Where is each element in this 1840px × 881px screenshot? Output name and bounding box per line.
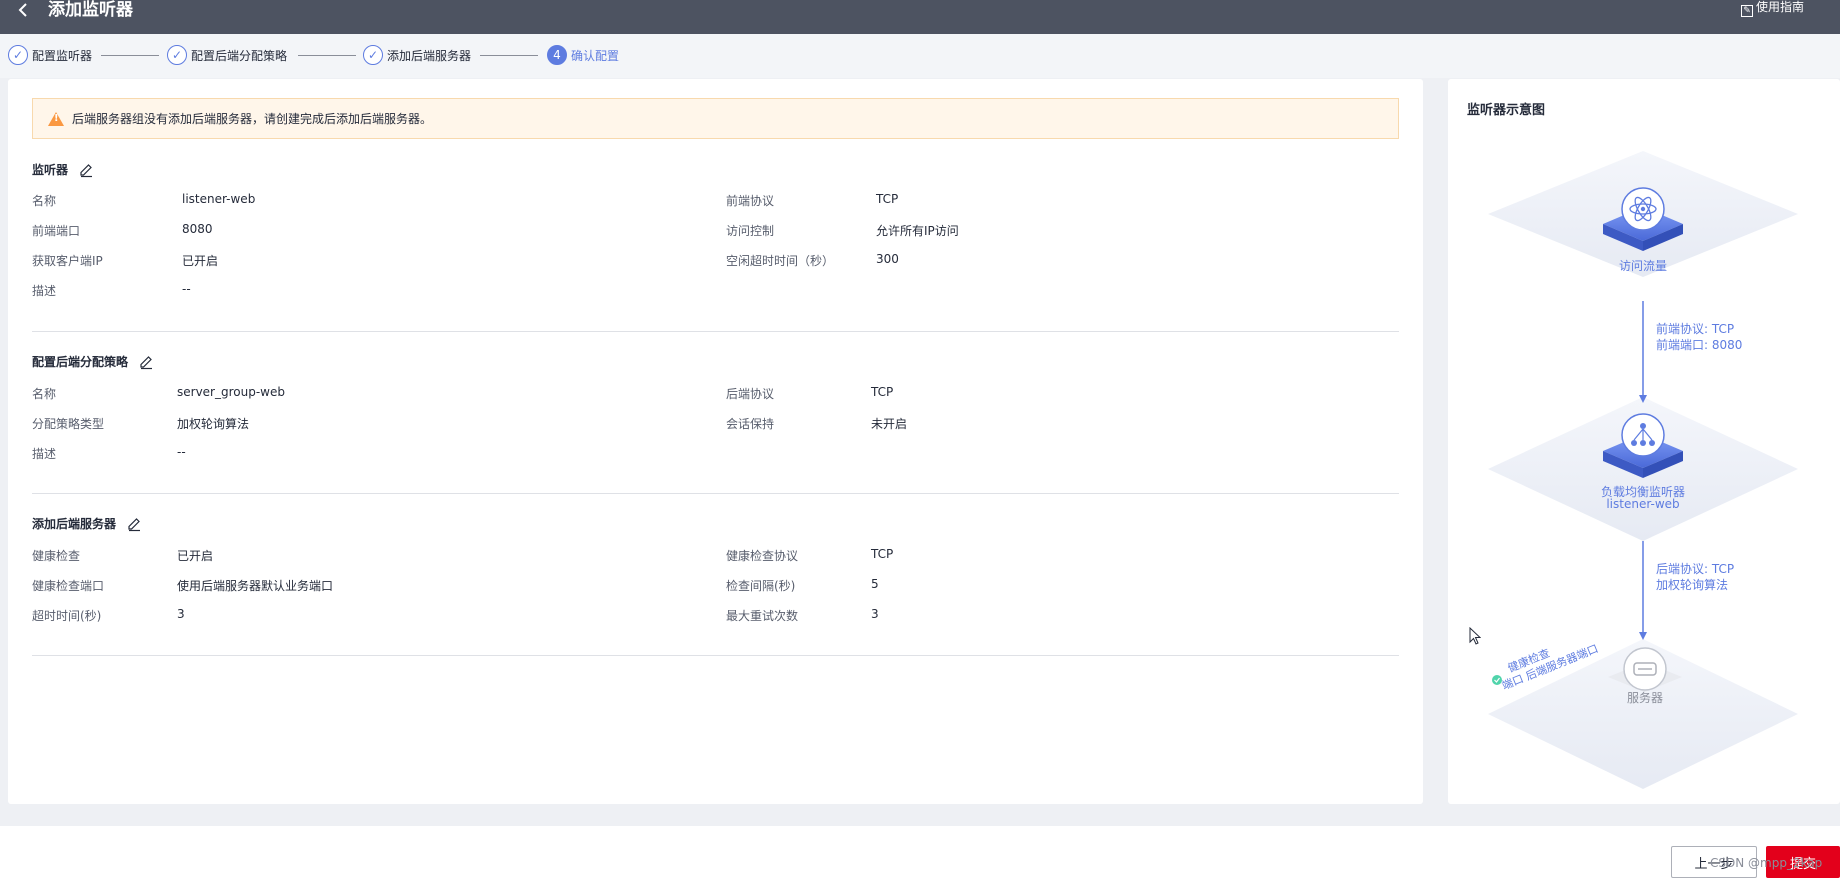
listener-diagram-card: 监听器示意图 访问流量 前端协议: TCP 前端端口: 8080 负载均衡监听器… (1448, 79, 1840, 804)
field-label: 名称 (32, 194, 57, 208)
section-title-strategy: 配置后端分配策略 (32, 353, 154, 370)
section-title-text: 配置后端分配策略 (32, 355, 129, 369)
edit-icon[interactable] (138, 354, 154, 370)
field-value: TCP (876, 192, 899, 206)
field-label: 描述 (32, 447, 57, 461)
field-value: 300 (876, 252, 899, 266)
field-label: 访问控制 (726, 224, 775, 238)
top-bar: 添加监听器 ✎ 使用指南 (0, 0, 1840, 34)
field-label: 后端协议 (726, 387, 775, 401)
field-label: 前端协议 (726, 194, 775, 208)
field-value: TCP (871, 385, 894, 399)
edge-line: 前端端口: 8080 (1656, 338, 1743, 352)
field-value: 未开启 (871, 417, 908, 431)
warning-text: 后端服务器组没有添加后端服务器，请创建完成后添加后端服务器。 (72, 112, 433, 126)
field-label: 获取客户端IP (32, 254, 103, 268)
step-label: 配置后端分配策略 (191, 48, 288, 63)
field-label: 名称 (32, 387, 57, 401)
mouse-cursor-icon (1469, 627, 1481, 645)
step-connector (101, 55, 159, 56)
field-value: 允许所有IP访问 (876, 224, 959, 238)
edit-icon[interactable] (78, 162, 94, 178)
section-divider (32, 655, 1399, 656)
edit-doc-icon: ✎ (1740, 5, 1753, 17)
step-indicator: ✓ 配置监听器 ✓ 配置后端分配策略 ✓ 添加后端服务器 4 确认配置 (0, 34, 1840, 78)
guide-label: 使用指南 (1755, 0, 1804, 14)
field-value: listener-web (182, 192, 256, 206)
watermark: CSDN @mpp_2kap (1710, 856, 1823, 870)
section-divider (32, 331, 1399, 332)
field-label: 健康检查端口 (32, 579, 105, 593)
field-label: 描述 (32, 284, 57, 298)
step-label: 配置监听器 (32, 48, 93, 63)
section-title-listener: 监听器 (32, 161, 94, 178)
field-label: 超时时间(秒) (32, 609, 102, 623)
field-label: 健康检查 (32, 549, 81, 563)
field-value: 加权轮询算法 (177, 417, 250, 431)
field-value: -- (182, 282, 191, 296)
field-value: 已开启 (182, 254, 219, 268)
frontend-edge-info: 前端协议: TCP 前端端口: 8080 (1656, 321, 1742, 353)
field-value: 使用后端服务器默认业务端口 (177, 579, 334, 593)
step-2: ✓ 配置后端分配策略 (167, 44, 287, 66)
arrow-head (1639, 632, 1647, 640)
step-connector (298, 55, 356, 56)
field-value: 已开启 (177, 549, 214, 563)
field-value: TCP (871, 547, 894, 561)
field-label: 空闲超时时间（秒） (726, 254, 835, 268)
step-connector (480, 55, 538, 56)
section-divider (32, 493, 1399, 494)
footer-bar (0, 826, 1840, 881)
warning-alert: 后端服务器组没有添加后端服务器，请创建完成后添加后端服务器。 (32, 98, 1399, 139)
section-title-text: 添加后端服务器 (32, 517, 117, 531)
edge-line: 前端协议: TCP (1656, 322, 1735, 336)
field-value: 5 (871, 577, 879, 591)
field-value: -- (177, 445, 186, 459)
config-summary-card: 后端服务器组没有添加后端服务器，请创建完成后添加后端服务器。 监听器 名称 li… (8, 79, 1423, 804)
traffic-label: 访问流量 (1618, 259, 1667, 273)
field-label: 检查间隔(秒) (726, 579, 796, 593)
field-label: 健康检查协议 (726, 549, 799, 563)
field-value: 3 (871, 607, 879, 621)
guide-link[interactable]: ✎ 使用指南 (1740, 0, 1804, 17)
section-title-text: 监听器 (32, 163, 69, 177)
server-label: 服务器 (1626, 691, 1663, 705)
field-value: 8080 (182, 222, 213, 236)
section-title-backend: 添加后端服务器 (32, 515, 142, 532)
step-number: 4 (547, 45, 567, 65)
edit-icon[interactable] (126, 516, 142, 532)
field-value: server_group-web (177, 385, 285, 399)
field-label: 前端端口 (32, 224, 81, 238)
lb-name: listener-web (1606, 497, 1680, 511)
check-icon: ✓ (167, 45, 187, 65)
chevron-left-icon[interactable] (14, 0, 34, 20)
check-icon: ✓ (8, 45, 28, 65)
step-1: ✓ 配置监听器 (8, 44, 92, 66)
step-4: 4 确认配置 (547, 44, 619, 66)
step-3: ✓ 添加后端服务器 (363, 44, 471, 66)
field-label: 分配策略类型 (32, 417, 105, 431)
field-label: 会话保持 (726, 417, 775, 431)
edge-line: 加权轮询算法 (1656, 578, 1729, 592)
field-label: 最大重试次数 (726, 609, 799, 623)
step-label: 添加后端服务器 (387, 48, 472, 63)
warning-icon (48, 111, 64, 126)
edge-line: 后端协议: TCP (1656, 562, 1735, 576)
step-label: 确认配置 (571, 48, 620, 63)
page-title: 添加监听器 (48, 0, 133, 20)
backend-edge-info: 后端协议: TCP 加权轮询算法 (1656, 561, 1734, 593)
check-icon: ✓ (363, 45, 383, 65)
field-value: 3 (177, 607, 185, 621)
